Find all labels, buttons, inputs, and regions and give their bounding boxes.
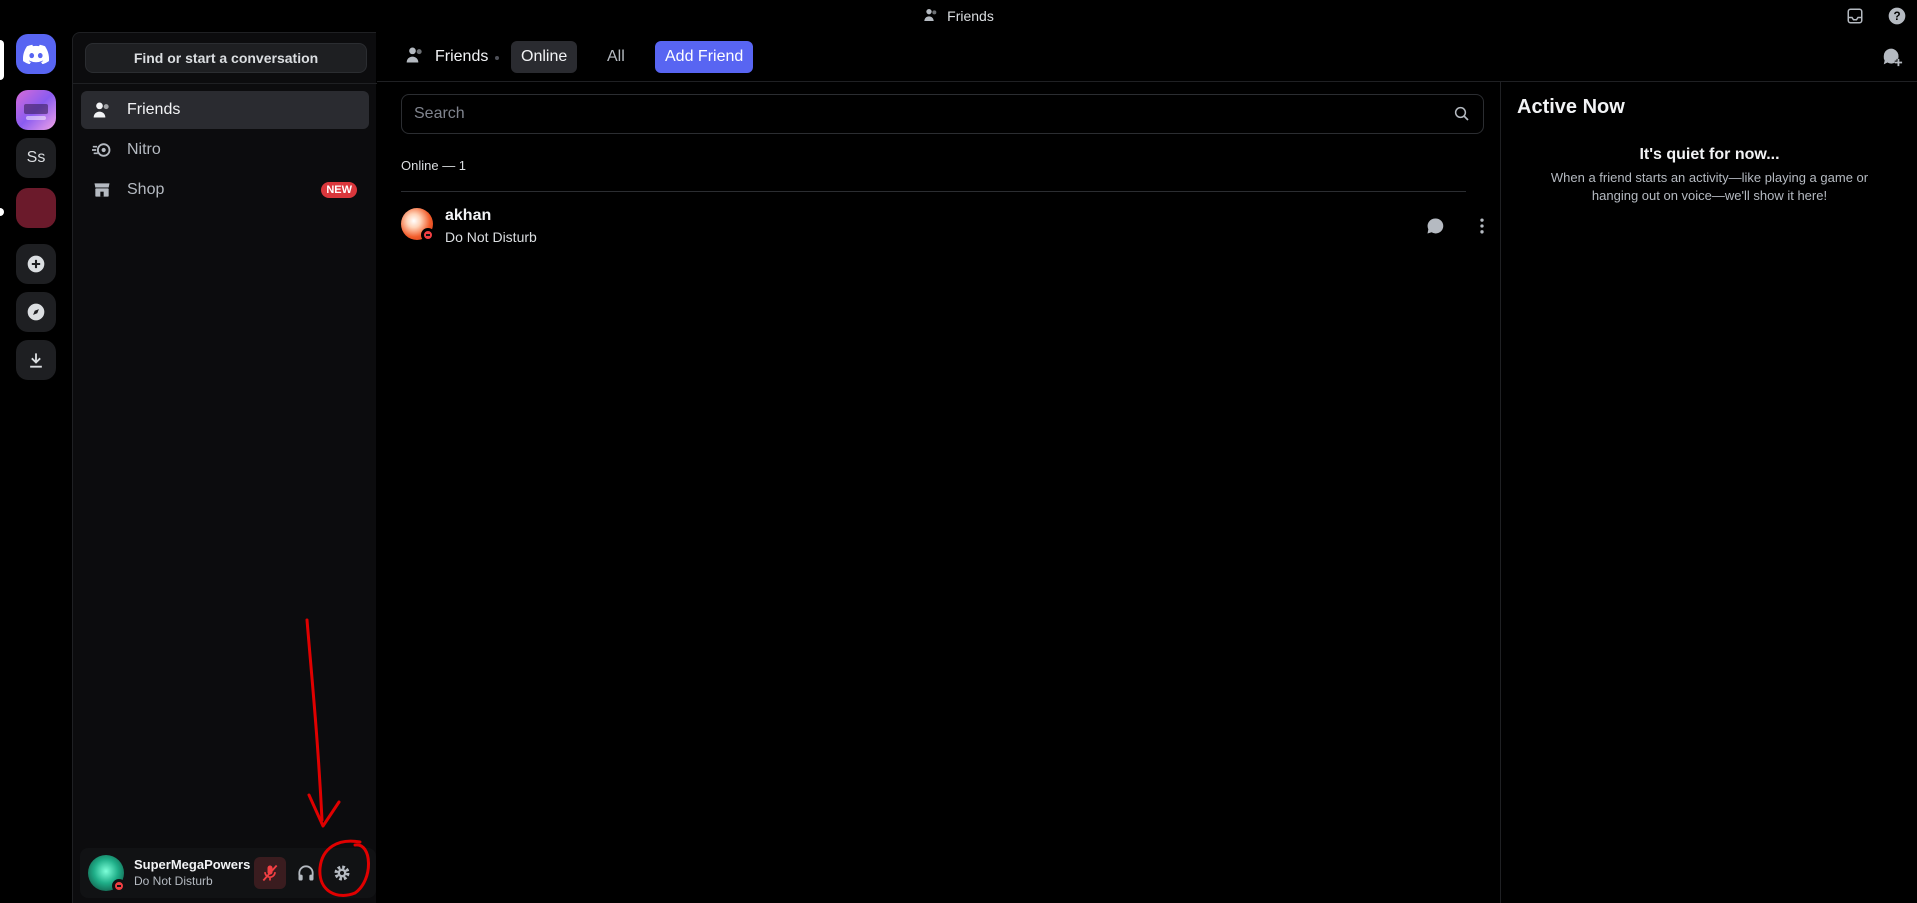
dnd-status-icon — [421, 228, 435, 242]
sidebar-item-nitro[interactable]: Nitro — [81, 131, 369, 169]
more-vertical-icon — [1480, 218, 1484, 234]
plus-icon — [27, 255, 45, 273]
server-rail: Ss — [0, 32, 72, 903]
friends-icon — [405, 45, 425, 70]
shop-icon — [91, 179, 113, 201]
user-settings-button[interactable] — [326, 857, 358, 889]
sidebar-item-label: Shop — [127, 181, 165, 198]
search-box — [401, 94, 1484, 134]
gear-icon — [334, 865, 350, 881]
deafen-button[interactable] — [290, 857, 322, 889]
server-art-icon — [24, 104, 48, 120]
window-title-text: Friends — [947, 8, 994, 24]
headphones-icon — [298, 865, 314, 881]
chat-bubble-icon — [1427, 218, 1444, 234]
svg-text:?: ? — [1893, 10, 1900, 23]
compass-icon — [27, 303, 45, 321]
new-group-dm-icon[interactable] — [1881, 46, 1905, 70]
add-server-button[interactable] — [16, 244, 56, 284]
search-input[interactable] — [402, 95, 1442, 133]
header-title: Friends — [405, 32, 488, 82]
sidebar-item-label: Nitro — [127, 141, 161, 158]
server-ss[interactable]: Ss — [16, 138, 56, 178]
user-avatar[interactable] — [88, 855, 126, 893]
active-now-panel: Active Now It's quiet for now... When a … — [1500, 82, 1917, 903]
tab-online[interactable]: Online — [511, 41, 578, 73]
find-conversation-button[interactable]: Find or start a conversation — [85, 43, 367, 73]
selected-indicator — [0, 40, 4, 80]
new-badge: NEW — [321, 182, 357, 198]
user-status: Do Not Disturb — [134, 874, 213, 888]
tab-all[interactable]: All — [597, 41, 635, 73]
discover-button[interactable] — [16, 292, 56, 332]
sidebar-item-shop[interactable]: Shop NEW — [81, 171, 369, 209]
server-ss-label: Ss — [26, 149, 46, 166]
tab-label: All — [607, 48, 625, 65]
mute-button[interactable] — [254, 857, 286, 889]
user-name[interactable]: SuperMegaPowers — [134, 857, 250, 872]
active-now-empty-title: It's quiet for now... — [1639, 146, 1780, 163]
friends-icon — [923, 7, 939, 26]
user-panel: SuperMegaPowers Do Not Disturb — [80, 848, 376, 898]
unread-indicator — [0, 208, 4, 216]
friend-status: Do Not Disturb — [445, 229, 537, 245]
main-header: Friends Online All Add Friend — [377, 32, 1917, 82]
friends-list-panel: Online — 1 akhan Do Not Disturb — [377, 82, 1500, 903]
active-now-empty-desc: When a friend starts an activity—like pl… — [1550, 170, 1869, 203]
home-button[interactable] — [16, 34, 56, 74]
search-icon — [1453, 105, 1473, 125]
header-title-text: Friends — [435, 48, 489, 65]
find-conversation-label: Find or start a conversation — [133, 50, 319, 66]
add-friend-label: Add Friend — [665, 48, 744, 65]
nitro-icon — [91, 139, 113, 161]
sidebar-item-label: Friends — [127, 101, 181, 118]
server-folder[interactable] — [16, 188, 56, 228]
active-now-title: Active Now — [1517, 96, 1625, 118]
mic-muted-icon — [262, 864, 278, 882]
server-icon-1[interactable] — [16, 90, 56, 130]
online-count-label: Online — 1 — [401, 158, 467, 173]
window-title: Friends — [0, 0, 1917, 32]
message-button[interactable] — [1421, 212, 1449, 240]
friend-name: akhan — [445, 207, 492, 224]
friends-icon — [91, 99, 113, 121]
dm-sidebar: Find or start a conversation Friends Nit… — [72, 32, 377, 903]
friend-avatar — [401, 208, 435, 242]
add-friend-button[interactable]: Add Friend — [655, 41, 754, 73]
inbox-icon[interactable] — [1845, 6, 1865, 26]
help-icon[interactable]: ? — [1887, 6, 1907, 26]
tab-label: Online — [521, 48, 568, 65]
header-separator — [495, 56, 499, 60]
download-icon — [30, 353, 42, 368]
sidebar-item-friends[interactable]: Friends — [81, 91, 369, 129]
dnd-status-icon — [112, 879, 126, 893]
more-options-button[interactable] — [1468, 212, 1496, 240]
sidebar-divider — [73, 83, 377, 84]
discord-logo-icon — [23, 44, 49, 64]
title-bar: Friends ? — [0, 0, 1917, 32]
download-apps-button[interactable] — [16, 340, 56, 380]
list-divider — [401, 191, 1466, 192]
friend-row[interactable]: akhan Do Not Disturb — [401, 198, 1484, 254]
